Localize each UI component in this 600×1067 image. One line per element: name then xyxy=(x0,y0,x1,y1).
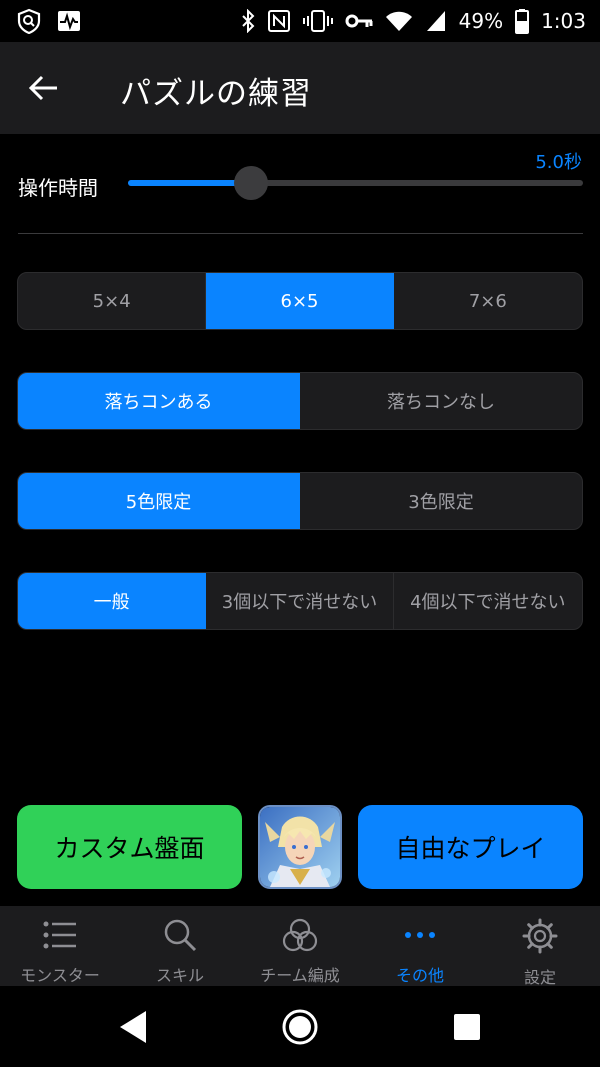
tab-label: スキル xyxy=(155,966,204,985)
nav-home-button[interactable] xyxy=(279,1006,321,1048)
segment-option-combo-off[interactable]: 落ちコンなし xyxy=(300,373,582,429)
tab-skills[interactable]: スキル xyxy=(120,906,240,986)
tab-other[interactable]: その他 xyxy=(360,906,480,986)
gear-icon xyxy=(522,918,558,954)
pulse-monitor-icon xyxy=(58,11,80,31)
segment-option-3-colors[interactable]: 3色限定 xyxy=(300,473,582,529)
operation-time-slider[interactable] xyxy=(128,166,583,200)
arrow-left-icon xyxy=(29,75,57,101)
segment-option-no-erase-4[interactable]: 4個以下で消せない xyxy=(394,573,582,629)
bottom-tab-bar: モンスター スキル チーム編成 その他 設定 xyxy=(0,906,600,987)
system-nav-bar xyxy=(0,986,600,1067)
list-icon xyxy=(42,918,78,952)
search-icon xyxy=(162,918,198,952)
segment-option-no-erase-3[interactable]: 3個以下で消せない xyxy=(206,573,394,629)
battery-icon xyxy=(515,9,530,34)
home-circle-icon xyxy=(282,1009,318,1045)
tab-settings[interactable]: 設定 xyxy=(480,906,600,987)
segment-option-7x6[interactable]: 7×6 xyxy=(394,273,582,329)
three-circles-icon xyxy=(282,918,318,952)
segment-option-general[interactable]: 一般 xyxy=(18,573,207,629)
avatar[interactable] xyxy=(258,805,342,889)
shield-search-icon xyxy=(17,8,41,34)
app-bar: パズルの練習 xyxy=(0,42,600,134)
slider-value: 5.0秒 xyxy=(535,152,582,173)
nav-recents-button[interactable] xyxy=(446,1006,488,1048)
back-button[interactable] xyxy=(22,68,66,108)
free-play-button[interactable]: 自由なプレイ xyxy=(358,805,583,889)
board-size-segment: 5×4 6×5 7×6 xyxy=(17,272,583,330)
wifi-icon xyxy=(385,11,412,31)
segment-option-6x5[interactable]: 6×5 xyxy=(206,273,394,329)
vpn-key-icon xyxy=(345,14,373,28)
tab-team[interactable]: チーム編成 xyxy=(240,906,360,986)
bluetooth-icon xyxy=(241,9,255,33)
more-dots-icon xyxy=(402,918,438,952)
tab-monsters[interactable]: モンスター xyxy=(0,906,120,986)
triangle-back-icon xyxy=(120,1011,146,1043)
segment-option-5x4[interactable]: 5×4 xyxy=(18,273,207,329)
color-limit-segment: 5色限定 3色限定 xyxy=(17,472,583,530)
nav-back-button[interactable] xyxy=(112,1006,154,1048)
square-recents-icon xyxy=(454,1014,480,1040)
combo-drop-segment: 落ちコンある 落ちコンなし xyxy=(17,372,583,430)
custom-board-button[interactable]: カスタム盤面 xyxy=(17,805,242,889)
vibrate-icon xyxy=(302,10,333,32)
slider-fill xyxy=(128,180,251,186)
segment-option-5-colors[interactable]: 5色限定 xyxy=(18,473,300,529)
slider-label: 操作時間 xyxy=(18,176,98,200)
battery-percent: 49% xyxy=(458,9,504,33)
page-title: パズルの練習 xyxy=(120,76,312,112)
tab-label: その他 xyxy=(395,966,444,985)
status-bar: 49% 1:03 xyxy=(0,0,600,42)
tab-label: チーム編成 xyxy=(260,966,340,985)
cell-signal-icon xyxy=(426,11,445,31)
clock: 1:03 xyxy=(541,9,586,33)
tab-label: モンスター xyxy=(20,966,100,985)
slider-thumb[interactable] xyxy=(234,166,268,200)
monster-portrait-icon xyxy=(260,807,340,887)
segment-option-combo-on[interactable]: 落ちコンある xyxy=(18,373,300,429)
divider xyxy=(18,233,583,234)
tab-label: 設定 xyxy=(523,968,556,987)
erase-rule-segment: 一般 3個以下で消せない 4個以下で消せない xyxy=(17,572,583,630)
nfc-icon xyxy=(267,10,290,32)
